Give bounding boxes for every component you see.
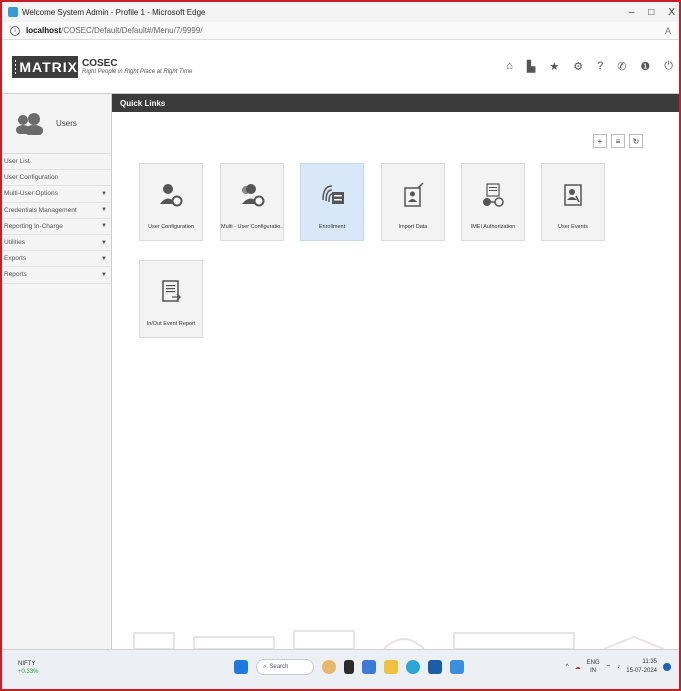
power-icon[interactable]: ⏻ — [664, 60, 673, 73]
url-host: localhost — [26, 26, 62, 35]
ticker-name: NIFTY — [18, 661, 36, 667]
app-header: MATRIX COSEC Right People in Right Place… — [2, 40, 679, 94]
search-icon: ⌕ — [263, 663, 267, 670]
app-icon[interactable] — [450, 660, 464, 674]
chevron-up-icon[interactable]: ^ — [566, 664, 569, 670]
help-icon[interactable]: ? — [597, 60, 603, 73]
sidebar-item-user-configuration[interactable]: User Configuration — [2, 170, 111, 187]
taskbar-search[interactable]: ⌕ Search — [256, 659, 314, 675]
start-icon[interactable] — [234, 660, 248, 674]
chevron-down-icon: ▼ — [101, 190, 107, 197]
logo-text: MATRIX — [19, 59, 78, 75]
minimize-button[interactable]: – — [629, 7, 635, 18]
sidebar-item-user-list[interactable]: User List — [2, 154, 111, 171]
report-icon — [162, 280, 181, 302]
notification-icon[interactable] — [663, 663, 671, 671]
app-icon — [8, 7, 18, 17]
home-icon[interactable]: ⌂ — [506, 60, 513, 73]
chevron-down-icon: ▼ — [101, 255, 107, 262]
edge-icon[interactable] — [406, 660, 420, 674]
os-taskbar: NIFTY +0.33% ⌕ Search ^ ☁ ENG IN ⌔ ♪ 11:35… — [2, 649, 679, 689]
file-explorer-icon[interactable] — [362, 660, 376, 674]
background-watermark — [133, 630, 665, 649]
widgets-icon[interactable] — [322, 660, 336, 674]
sidebar-item-reporting-in-charge[interactable]: Reporting In-Charge ▼ — [2, 219, 111, 235]
tile-enrollment[interactable]: Enrollment — [300, 163, 364, 241]
sidebar-item-multi-user-options[interactable]: Multi-User Options ▼ — [2, 186, 111, 203]
stock-widget[interactable]: NIFTY +0.33% — [18, 660, 39, 676]
tile-in-out-event-report[interactable]: In/Out Event Report — [139, 260, 203, 338]
users-icon — [16, 112, 44, 135]
star-icon[interactable]: ★ — [549, 60, 559, 73]
tile-user-configuration[interactable]: User Configuration — [139, 163, 203, 241]
sidebar-item-exports[interactable]: Exports ▼ — [2, 251, 111, 268]
chevron-down-icon: ▼ — [101, 223, 107, 230]
address-bar[interactable]: i localhost /COSEC/Default/Default#/Menu… — [2, 22, 679, 40]
users-section-label: Users — [56, 119, 77, 128]
chevron-down-icon: ▼ — [101, 271, 107, 278]
info-icon[interactable]: ❶ — [640, 60, 650, 73]
matrix-logo: MATRIX COSEC Right People in Right Place… — [12, 56, 192, 78]
window-title: Welcome System Admin - Profile 1 - Micro… — [22, 7, 206, 17]
tile-import-data[interactable]: Import Data — [381, 163, 445, 241]
task-view-icon[interactable] — [344, 660, 354, 674]
sidebar-item-reports[interactable]: Reports ▼ — [2, 267, 111, 284]
phone-icon[interactable]: ✆ — [617, 60, 626, 73]
window-title-bar: Welcome System Admin - Profile 1 - Micro… — [2, 2, 679, 22]
wifi-icon[interactable]: ⌔ — [606, 663, 612, 671]
product-name: COSEC — [82, 58, 118, 69]
user-events-icon — [564, 184, 582, 206]
list-view-button[interactable]: ≡ — [611, 134, 625, 148]
ticker-change: +0.33% — [18, 669, 39, 675]
tile-user-events[interactable]: User Events — [541, 163, 605, 241]
sidebar-item-credentials-management[interactable]: Credentials Management ▼ — [2, 203, 111, 219]
volume-icon[interactable]: ♪ — [617, 664, 620, 670]
maximize-button[interactable]: □ — [648, 7, 654, 18]
sidebar-item-utilities[interactable]: Utilities ▼ — [2, 235, 111, 252]
folder-icon[interactable] — [384, 660, 398, 674]
chevron-down-icon: ▼ — [101, 207, 107, 214]
multi-user-gear-icon — [242, 184, 265, 207]
browser-window: Welcome System Admin - Profile 1 - Micro… — [2, 2, 679, 689]
user-gear-icon — [160, 184, 183, 207]
chevron-down-icon: ▼ — [101, 239, 107, 246]
fingerprint-card-icon — [322, 185, 344, 204]
close-button[interactable]: X — [668, 7, 675, 18]
imei-icon — [483, 183, 504, 207]
users-section[interactable]: Users — [2, 94, 111, 154]
refresh-button[interactable]: ↻ — [629, 134, 643, 148]
language-indicator[interactable]: ENG IN — [587, 659, 600, 675]
read-aloud-icon[interactable]: A — [665, 26, 671, 36]
add-quick-link-button[interactable]: + — [593, 134, 607, 148]
tagline: Right People in Right Place at Right Tim… — [82, 69, 193, 75]
quick-links-header: Quick Links — [112, 94, 679, 112]
store-icon[interactable] — [428, 660, 442, 674]
tile-imei-authorization[interactable]: IMEI Authorization — [461, 163, 525, 241]
sidebar: Users User List User Configuration Multi… — [2, 94, 112, 649]
chart-icon[interactable]: ▙ — [527, 60, 535, 73]
site-info-icon[interactable]: i — [10, 25, 20, 36]
url-path: /COSEC/Default/Default#/Menu/7/9999/ — [61, 26, 203, 35]
tile-multi-user-configuration[interactable]: Multi - User Configuratio.. — [220, 163, 284, 241]
quick-links-title: Quick Links — [120, 98, 166, 108]
import-data-icon — [404, 182, 424, 207]
clock[interactable]: 11:35 15-07-2024 — [626, 658, 657, 676]
gear-icon[interactable]: ⚙ — [573, 60, 583, 73]
quick-links-toolbar: + ≡ ↻ — [593, 134, 643, 148]
onedrive-icon[interactable]: ☁ — [575, 664, 581, 671]
